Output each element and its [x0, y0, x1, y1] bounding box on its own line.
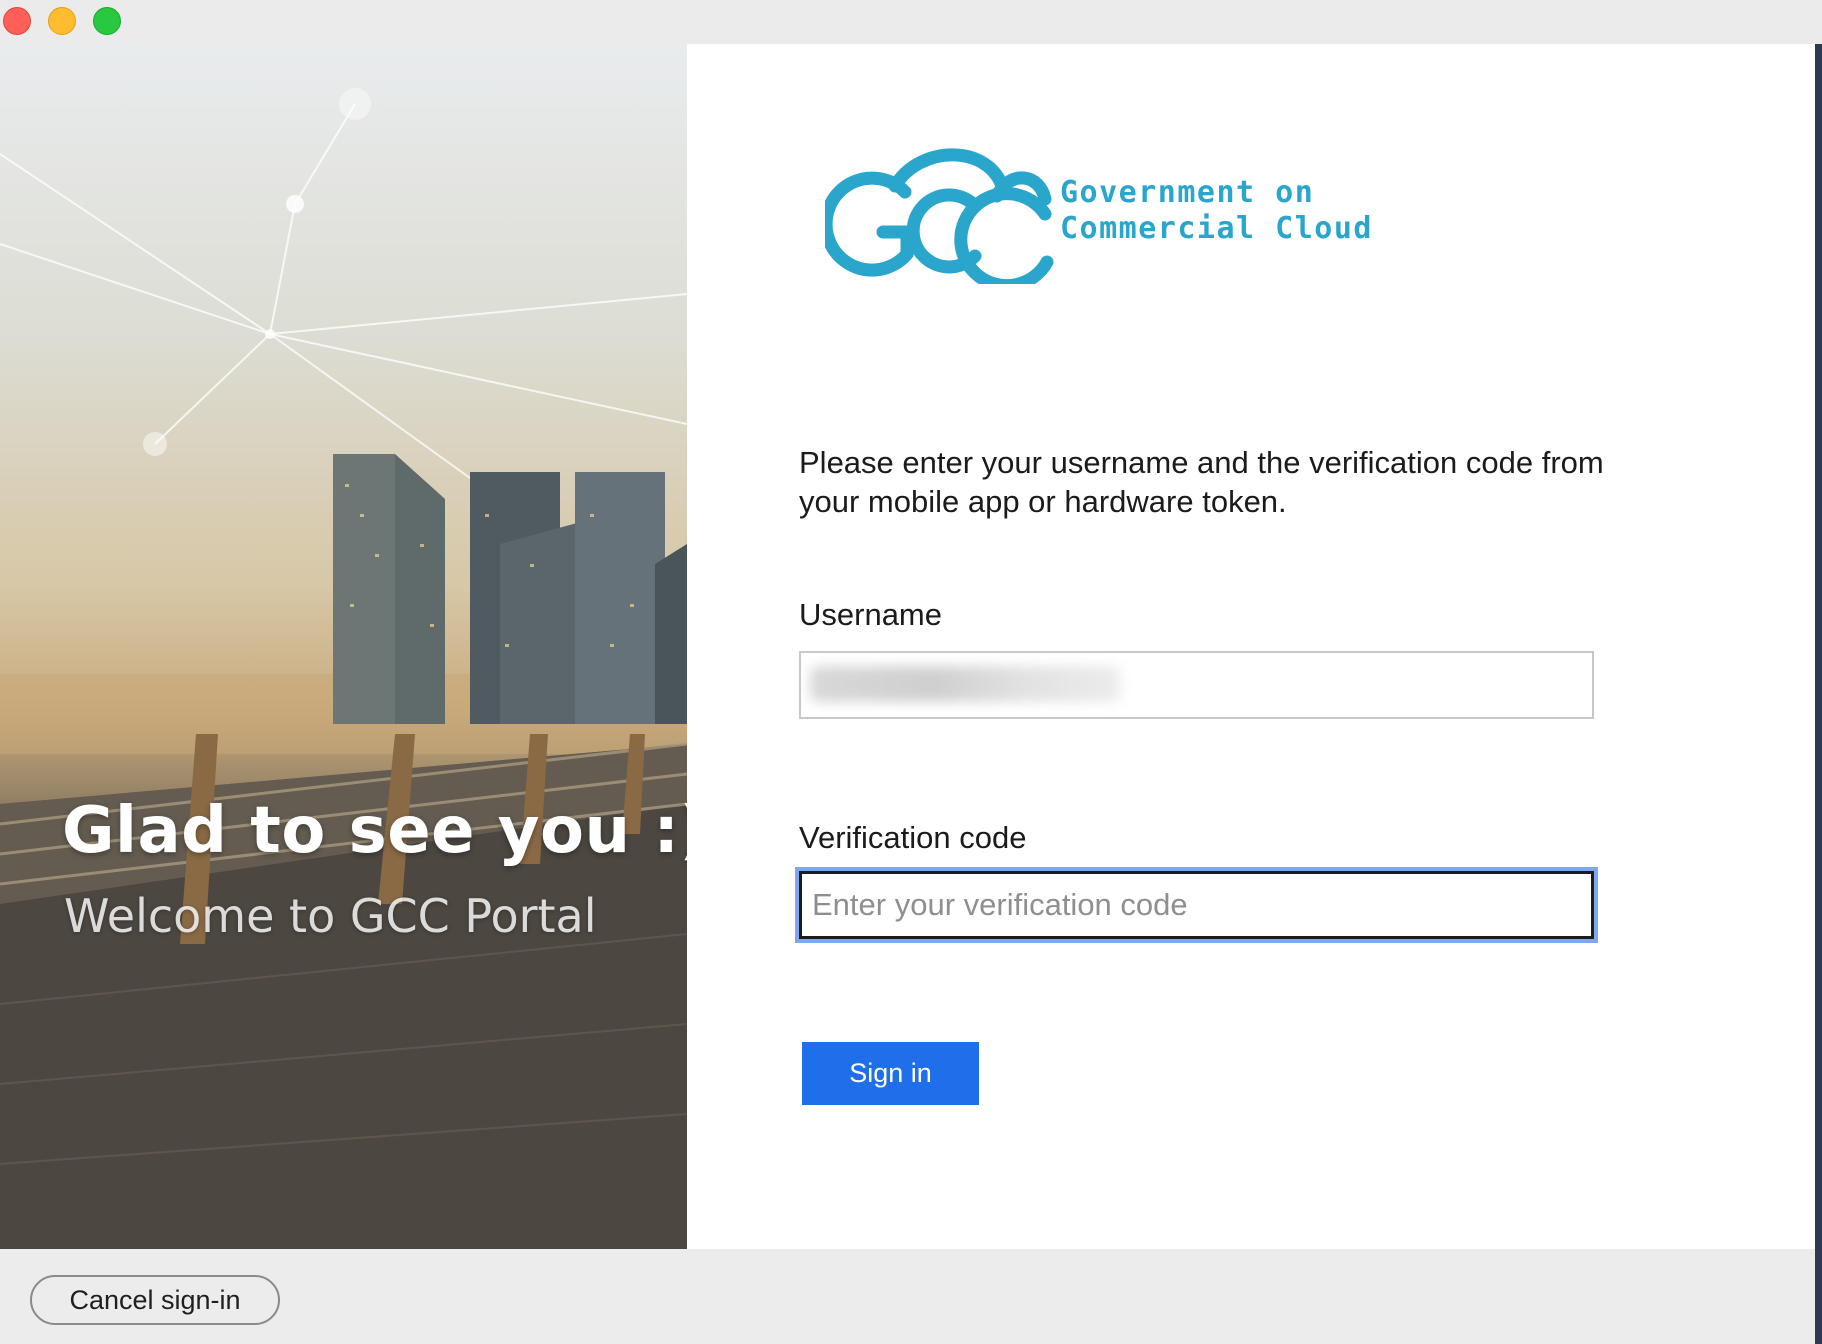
instructions-text: Please enter your username and the verif…: [799, 445, 1604, 519]
title-bar: [0, 0, 1822, 44]
minimize-window-button[interactable]: [48, 7, 76, 35]
username-input[interactable]: [799, 651, 1594, 719]
close-window-button[interactable]: [3, 7, 31, 35]
logo-wordmark: Government on Commercial Cloud: [1060, 175, 1373, 247]
hero-subtitle: Welcome to GCC Portal: [64, 889, 597, 943]
logo-line-2: Commercial Cloud: [1060, 211, 1373, 246]
bottom-bar: Cancel sign-in: [0, 1249, 1822, 1344]
cancel-sign-in-button[interactable]: Cancel sign-in: [30, 1275, 280, 1325]
verification-code-label: Verification code: [799, 820, 1027, 855]
sign-in-form-panel: Government on Commercial Cloud Please en…: [687, 44, 1815, 1249]
logo-line-1: Government on: [1060, 175, 1315, 210]
verification-code-input[interactable]: [799, 871, 1594, 939]
hero-title: Glad to see you :): [62, 794, 687, 868]
city-skyline-illustration: [0, 88, 687, 1249]
maximize-window-button[interactable]: [93, 7, 121, 35]
window-edge: [1815, 44, 1822, 1344]
sign-in-button[interactable]: Sign in: [802, 1042, 979, 1105]
username-label: Username: [799, 597, 942, 632]
hero-panel: Glad to see you :) Welcome to GCC Portal: [0, 44, 687, 1249]
